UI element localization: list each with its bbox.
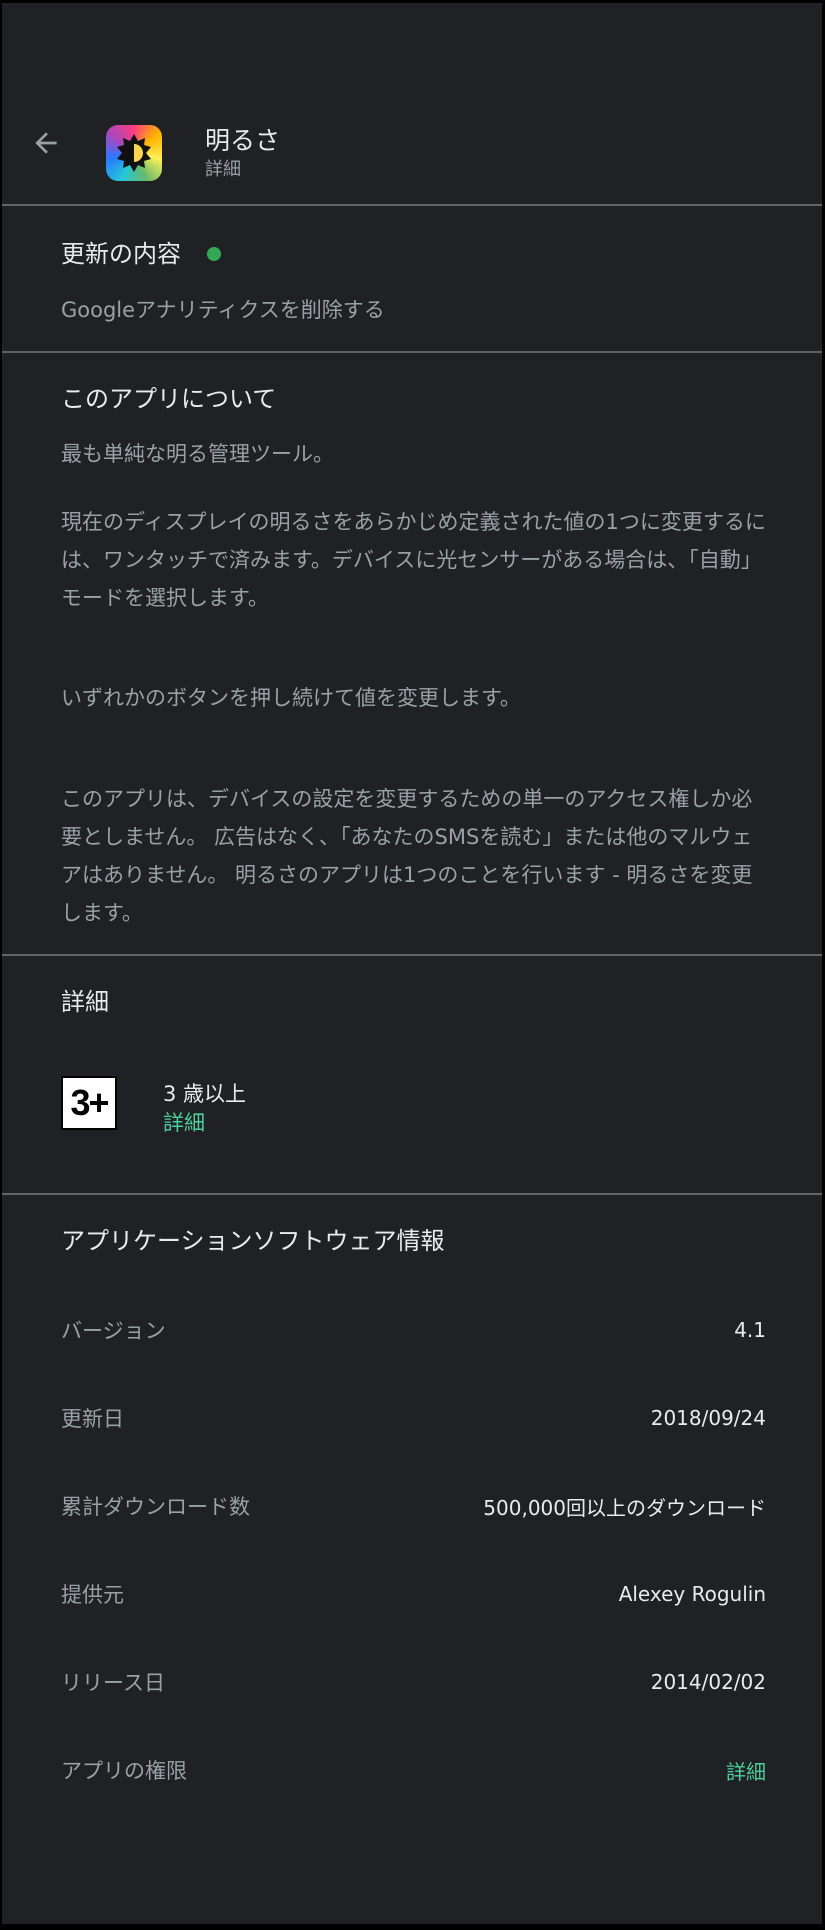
info-row-downloads: 累計ダウンロード数 500,000回以上のダウンロード	[61, 1486, 766, 1526]
about-paragraph: このアプリは、デバイスの設定を変更するための単一のアクセス権しか必要としません。…	[61, 787, 753, 925]
info-label: 提供元	[61, 1583, 124, 1607]
divider	[2, 954, 822, 956]
info-value: 2014/02/02	[650, 1670, 766, 1694]
whats-new-title: 更新の内容	[61, 240, 181, 268]
info-label: バージョン	[61, 1319, 166, 1343]
divider	[2, 351, 822, 353]
about-title: このアプリについて	[61, 385, 277, 413]
info-label: 累計ダウンロード数	[61, 1495, 250, 1519]
info-value: Alexey Rogulin	[618, 1582, 766, 1606]
brightness-app-icon	[106, 125, 162, 181]
info-value: 2018/09/24	[650, 1406, 766, 1430]
divider	[2, 1193, 822, 1195]
arrow-left-icon	[35, 132, 57, 154]
details-title: 詳細	[61, 988, 109, 1016]
new-indicator-dot	[207, 247, 221, 261]
info-row-offered-by: 提供元 Alexey Rogulin	[61, 1574, 766, 1614]
info-row-permissions: アプリの権限 詳細	[61, 1750, 766, 1790]
about-paragraph: 現在のディスプレイの明るさをあらかじめ定義された値の1つに変更するには、ワンタッ…	[61, 510, 766, 610]
app-info-title: アプリケーションソフトウェア情報	[61, 1227, 445, 1255]
content-rating-badge: 3+	[61, 1076, 117, 1130]
info-label: リリース日	[61, 1671, 165, 1695]
divider	[2, 204, 822, 206]
info-row-released: リリース日 2014/02/02	[61, 1662, 766, 1702]
rating-label: 3 歳以上	[163, 1082, 247, 1106]
info-row-updated: 更新日 2018/09/24	[61, 1398, 766, 1438]
back-button[interactable]	[20, 117, 72, 169]
info-row-version: バージョン 4.1	[61, 1310, 766, 1350]
rating-details-link[interactable]: 詳細	[163, 1110, 205, 1136]
info-label: アプリの権限	[61, 1759, 187, 1783]
app-details-screen: 明るさ 詳細 更新の内容 Googleアナリティクスを削除する このアプリについ…	[2, 3, 822, 1924]
permissions-details-link[interactable]: 詳細	[726, 1756, 766, 1785]
about-paragraph: 最も単純な明る管理ツール。	[61, 442, 334, 466]
rating-badge-text: 3+	[70, 1082, 109, 1123]
page-subtitle: 詳細	[205, 159, 241, 180]
about-paragraph: いずれかのボタンを押し続けて値を変更します。	[61, 686, 521, 710]
page-title: 明るさ	[205, 126, 281, 155]
top-app-bar: 明るさ 詳細	[2, 3, 822, 204]
info-label: 更新日	[61, 1407, 124, 1431]
info-value: 500,000回以上のダウンロード	[483, 1495, 766, 1520]
whats-new-text: Googleアナリティクスを削除する	[61, 298, 385, 322]
info-value: 4.1	[734, 1318, 766, 1342]
